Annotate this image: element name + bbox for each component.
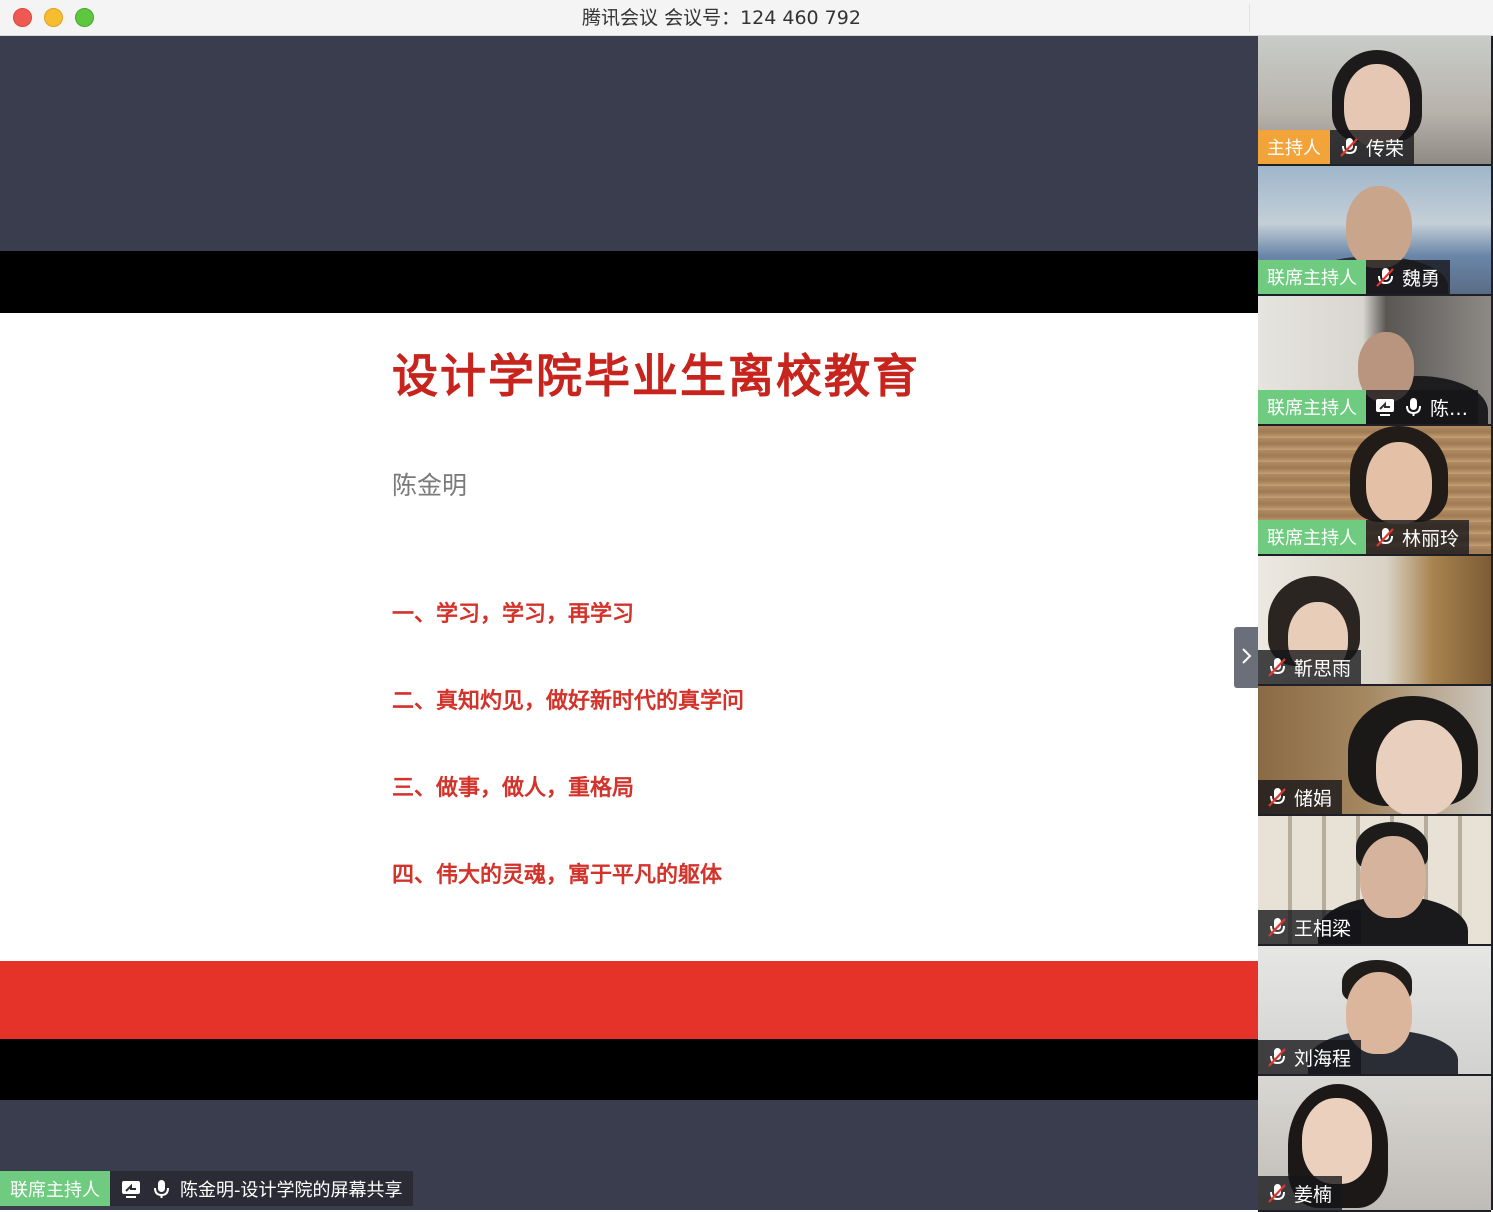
title-bar: 腾讯会议 会议号：124 460 792 <box>0 0 1493 36</box>
participant-namebox: 靳思雨 <box>1258 650 1362 684</box>
participant-name: 刘海程 <box>1294 1047 1352 1070</box>
slide-author: 陈金明 <box>392 471 468 500</box>
participant-namebox: 姜楠 <box>1258 1176 1343 1210</box>
participant-namebox: 王相梁 <box>1258 910 1362 944</box>
participant-label: 联席主持人 魏勇 <box>1258 260 1451 294</box>
participant-name: 储娟 <box>1294 787 1333 810</box>
slide-red-band <box>0 961 1258 1039</box>
window-title: 腾讯会议 会议号：124 460 792 <box>582 7 861 29</box>
participant-video <box>1346 186 1412 268</box>
slide-point: 一、学习，学习，再学习 <box>392 601 635 627</box>
mic-muted-icon <box>1266 656 1288 678</box>
cohost-badge: 联席主持人 <box>0 1171 110 1206</box>
participant-tile[interactable]: 联席主持人 魏勇 <box>1258 166 1491 296</box>
participant-namebox: 魏勇 <box>1366 260 1451 294</box>
slide-title: 设计学院毕业生离校教育 <box>392 349 920 403</box>
participant-label: 靳思雨 <box>1258 650 1362 684</box>
microphone-icon <box>1402 396 1424 418</box>
slide-point: 四、伟大的灵魂，寓于平凡的躯体 <box>392 862 723 888</box>
title-divider <box>1249 4 1250 32</box>
participant-label: 刘海程 <box>1258 1040 1362 1074</box>
participant-tile[interactable]: 刘海程 <box>1258 946 1491 1076</box>
participant-tile[interactable]: 联席主持人 林丽玲 <box>1258 426 1491 556</box>
participant-name: 林丽玲 <box>1402 527 1460 550</box>
letterbox-bottom <box>0 1039 1258 1100</box>
screen-share-label: 联席主持人 陈金明-设计学院的屏幕共享 <box>0 1171 413 1206</box>
share-label-text: 陈金明-设计学院的屏幕共享 <box>180 1179 403 1201</box>
host-badge: 主持人 <box>1258 130 1330 164</box>
mic-muted-icon <box>1266 1046 1288 1068</box>
participant-tile[interactable]: 王相梁 <box>1258 816 1491 946</box>
participant-tile[interactable]: 姜楠 <box>1258 1076 1491 1212</box>
participant-label: 姜楠 <box>1258 1176 1343 1210</box>
participant-video <box>1302 1098 1372 1184</box>
participant-label: 主持人 传荣 <box>1258 130 1415 164</box>
screen-share-icon <box>120 1178 142 1200</box>
participant-namebox: 陈… <box>1366 390 1479 424</box>
participant-video <box>1360 836 1426 918</box>
chevron-right-icon <box>1239 645 1253 671</box>
share-name-box: 陈金明-设计学院的屏幕共享 <box>110 1171 413 1206</box>
participant-namebox: 储娟 <box>1258 780 1343 814</box>
slide-point: 三、做事，做人，重格局 <box>392 775 635 801</box>
participant-name: 传荣 <box>1366 137 1405 160</box>
participant-gallery: 主持人 传荣 联席主持人 魏勇 联席主持人 陈… 联席主持人 林丽玲 靳思雨 储… <box>1258 36 1493 1212</box>
mic-muted-icon <box>1338 136 1360 158</box>
letterbox-top <box>0 251 1258 313</box>
microphone-icon <box>150 1178 172 1200</box>
mic-muted-icon <box>1266 786 1288 808</box>
participant-name: 陈… <box>1430 397 1469 420</box>
participant-namebox: 传荣 <box>1330 130 1415 164</box>
screen-share-icon <box>1374 396 1396 418</box>
participant-tile[interactable]: 主持人 传荣 <box>1258 36 1491 166</box>
participant-namebox: 刘海程 <box>1258 1040 1362 1074</box>
participant-video <box>1376 720 1462 814</box>
cohost-badge: 联席主持人 <box>1258 260 1366 294</box>
participant-label: 储娟 <box>1258 780 1343 814</box>
participant-label: 联席主持人 林丽玲 <box>1258 520 1470 554</box>
participant-name: 靳思雨 <box>1294 657 1352 680</box>
participant-video <box>1366 442 1432 524</box>
mic-muted-icon <box>1266 916 1288 938</box>
mic-muted-icon <box>1374 526 1396 548</box>
slide-point: 二、真知灼见，做好新时代的真学问 <box>392 688 745 714</box>
cohost-badge: 联席主持人 <box>1258 390 1366 424</box>
mic-muted-icon <box>1266 1182 1288 1204</box>
participant-name: 王相梁 <box>1294 917 1352 940</box>
participant-tile[interactable]: 联席主持人 陈… <box>1258 296 1491 426</box>
collapse-gallery-button[interactable] <box>1234 627 1258 688</box>
mic-muted-icon <box>1374 266 1396 288</box>
participant-name: 姜楠 <box>1294 1183 1333 1206</box>
participant-tile[interactable]: 靳思雨 <box>1258 556 1491 686</box>
participant-namebox: 林丽玲 <box>1366 520 1470 554</box>
participant-label: 王相梁 <box>1258 910 1362 944</box>
participant-tile[interactable]: 储娟 <box>1258 686 1491 816</box>
cohost-badge: 联席主持人 <box>1258 520 1366 554</box>
participant-label: 联席主持人 陈… <box>1258 390 1479 424</box>
participant-name: 魏勇 <box>1402 267 1441 290</box>
